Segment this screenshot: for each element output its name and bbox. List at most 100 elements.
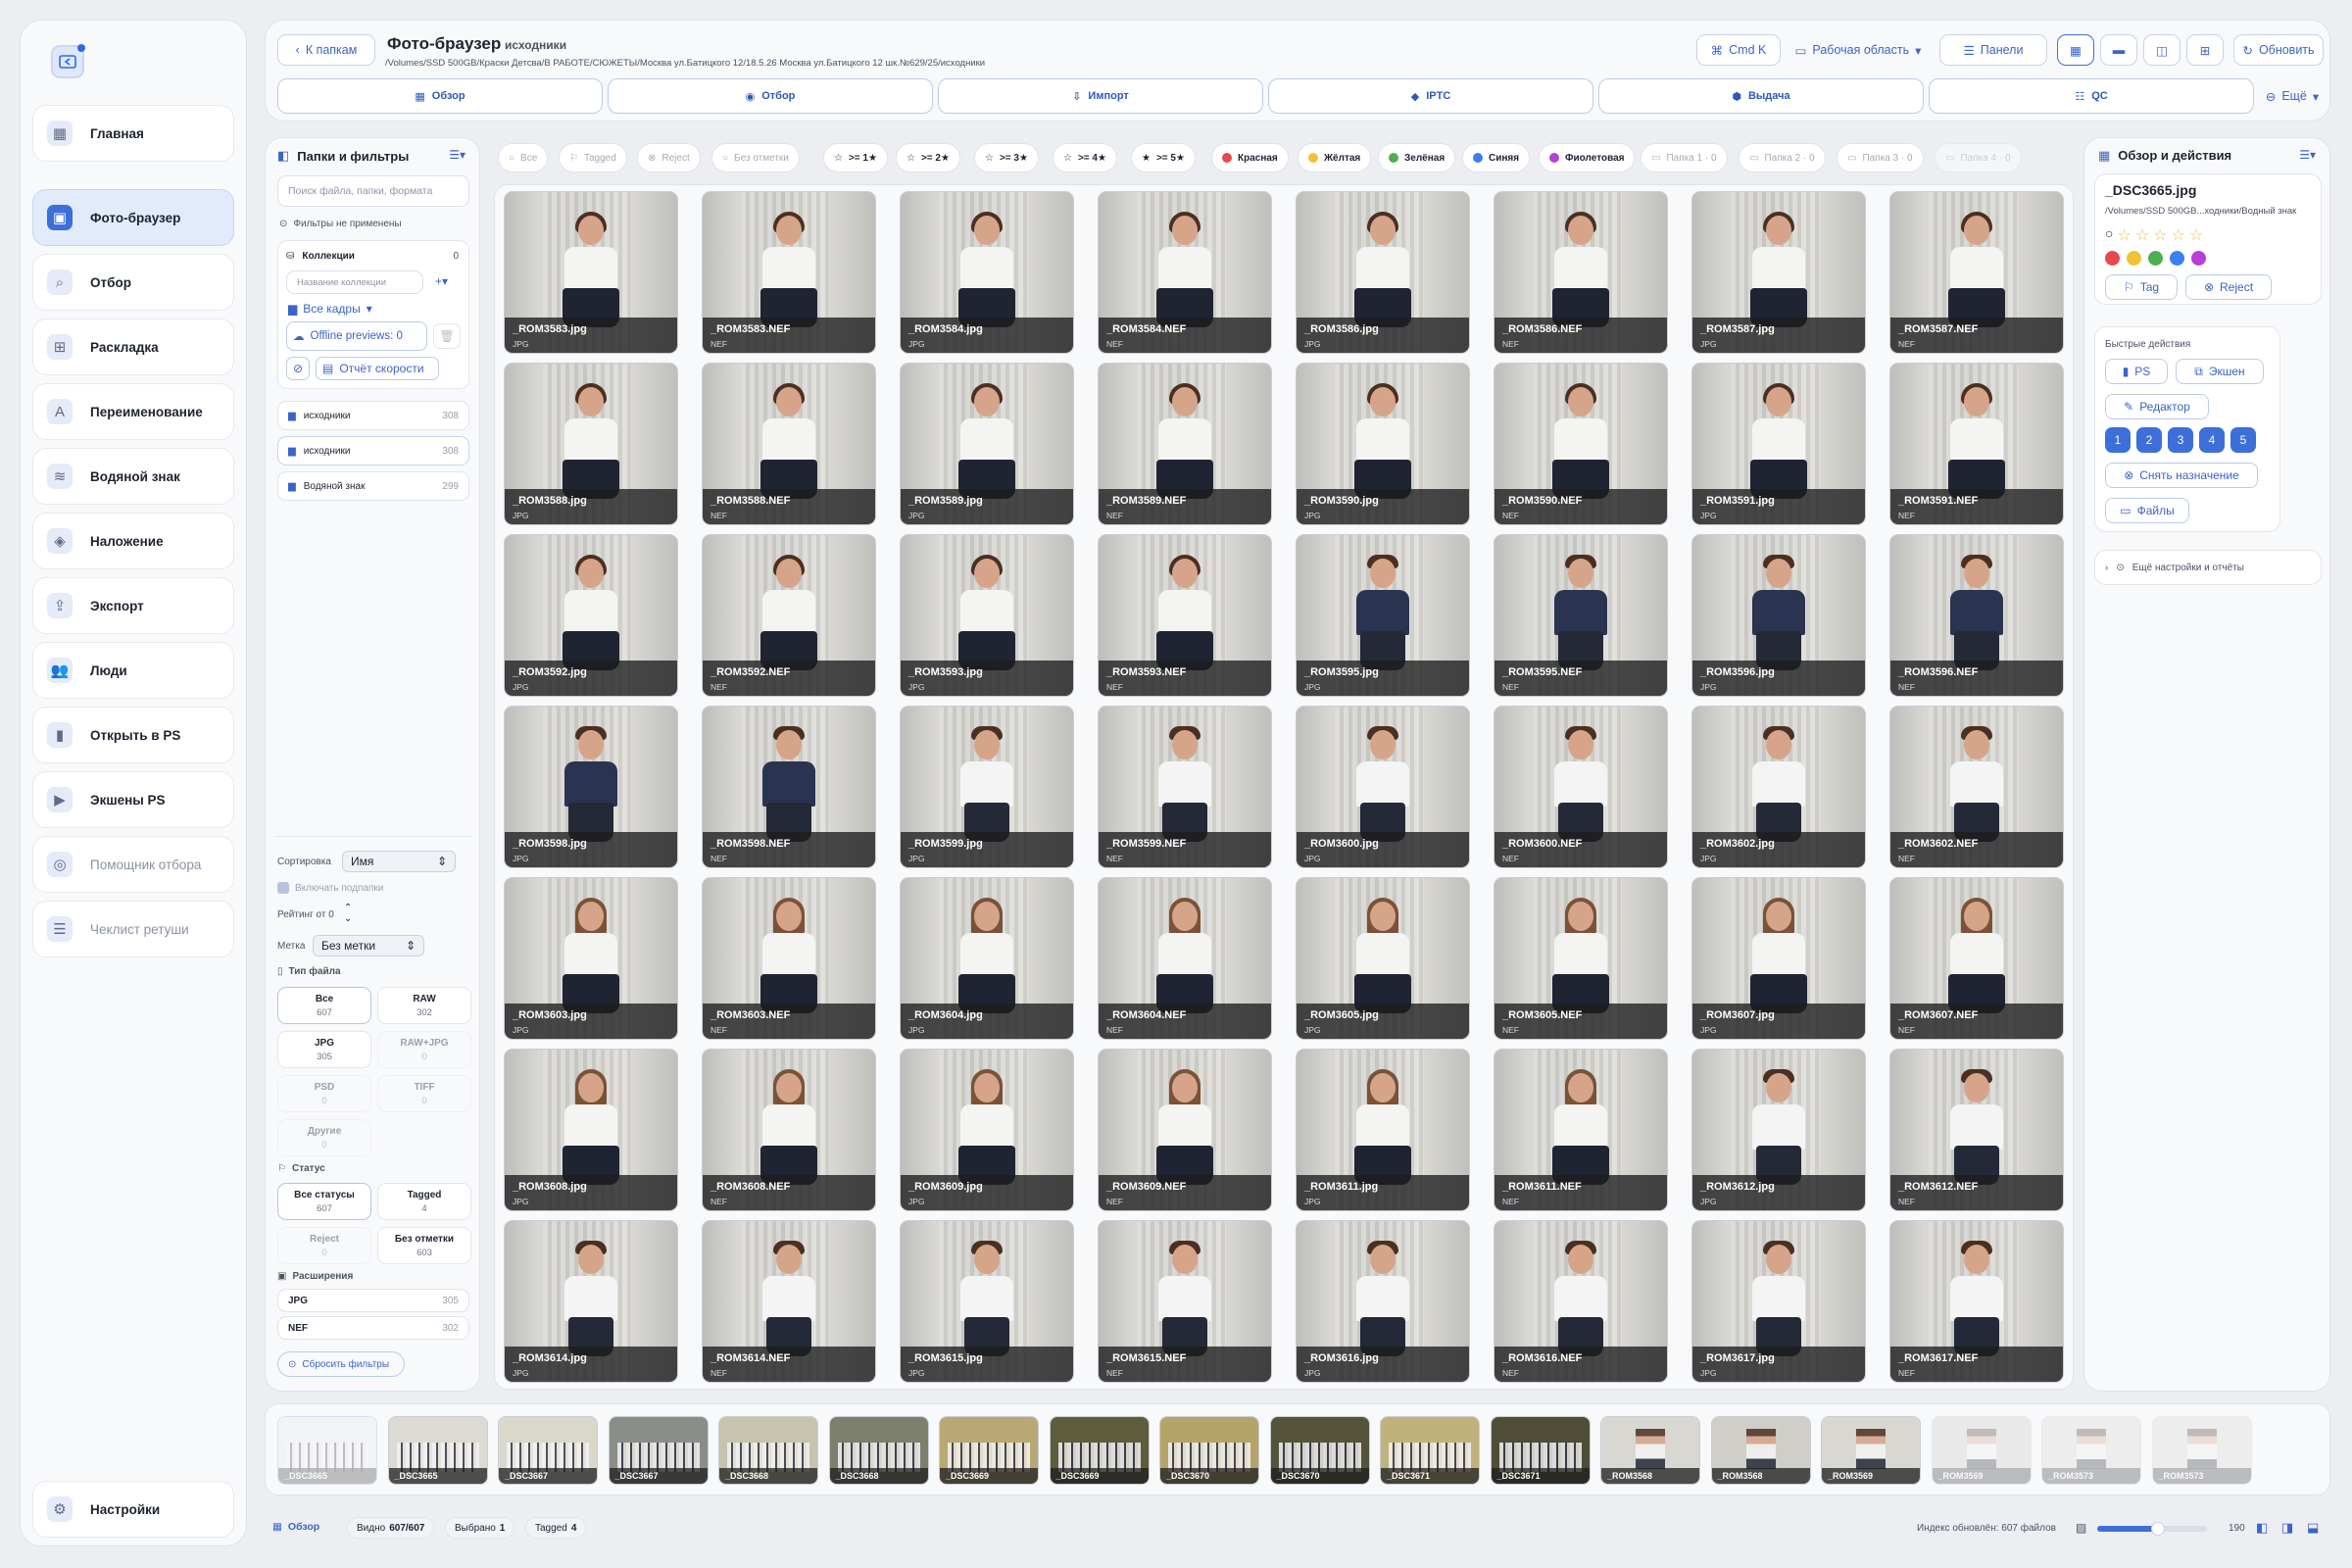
- photo-thumbnail[interactable]: _ROM3614.NEF NEF: [702, 1220, 876, 1383]
- photo-thumbnail[interactable]: _ROM3600.jpg JPG: [1296, 706, 1470, 868]
- refresh-button[interactable]: ↻ Обновить: [2233, 34, 2324, 66]
- search-input[interactable]: Поиск файла, папки, формата: [277, 175, 469, 207]
- filmstrip-thumbnail[interactable]: _ROM3569: [1931, 1416, 2032, 1485]
- status-option[interactable]: Без отметки 603: [377, 1227, 471, 1264]
- app-logo[interactable]: [38, 32, 97, 91]
- filmstrip-thumbnail[interactable]: _ROM3573: [2151, 1416, 2252, 1485]
- sidebar-item-3[interactable]: ⊞ Раскладка: [32, 318, 234, 375]
- view-compare-button[interactable]: ◫: [2143, 34, 2180, 66]
- layout-right-icon[interactable]: ◨: [2281, 1520, 2293, 1536]
- chip-rating-2[interactable]: ☆ >= 2★: [896, 143, 960, 172]
- color-label-dot[interactable]: [2191, 251, 2206, 266]
- photo-thumbnail[interactable]: _ROM3592.NEF NEF: [702, 534, 876, 697]
- photo-thumbnail[interactable]: _ROM3589.jpg JPG: [900, 363, 1074, 525]
- sidebar-item-8[interactable]: 👥 Люди: [32, 642, 234, 699]
- photo-thumbnail[interactable]: _ROM3615.NEF NEF: [1098, 1220, 1272, 1383]
- status-option[interactable]: Reject 0: [277, 1227, 371, 1264]
- photo-thumbnail[interactable]: _ROM3590.jpg JPG: [1296, 363, 1470, 525]
- include-subfolders-checkbox[interactable]: Включать подпапки: [277, 882, 383, 894]
- sidebar-item-9[interactable]: ▮ Открыть в PS: [32, 707, 234, 763]
- photo-thumbnail[interactable]: _ROM3584.NEF NEF: [1098, 191, 1272, 354]
- details-menu-button[interactable]: ☰▾: [2299, 148, 2316, 162]
- tab-import[interactable]: ⇩ Импорт: [938, 78, 1263, 114]
- sidebar-item-settings[interactable]: ⚙ Настройки: [32, 1481, 234, 1538]
- photo-thumbnail[interactable]: _ROM3598.jpg JPG: [504, 706, 678, 868]
- photo-thumbnail[interactable]: _ROM3617.jpg JPG: [1691, 1220, 1866, 1383]
- photo-thumbnail[interactable]: _ROM3591.jpg JPG: [1691, 363, 1866, 525]
- action-button[interactable]: ⧉ Экшен: [2176, 359, 2264, 384]
- photo-thumbnail[interactable]: _ROM3586.NEF NEF: [1494, 191, 1668, 354]
- photo-thumbnail[interactable]: _ROM3599.jpg JPG: [900, 706, 1074, 868]
- filmstrip-thumbnail[interactable]: _DSC3668: [718, 1416, 818, 1485]
- folder-row[interactable]: ▆ Водяной знак 299: [277, 471, 469, 501]
- reset-filters-button[interactable]: ⊙ Сбросить фильтры: [277, 1351, 405, 1377]
- photo-thumbnail[interactable]: _ROM3595.jpg JPG: [1296, 534, 1470, 697]
- filetype-option[interactable]: RAW 302: [377, 987, 471, 1024]
- photo-thumbnail[interactable]: _ROM3600.NEF NEF: [1494, 706, 1668, 868]
- photo-thumbnail[interactable]: _ROM3599.NEF NEF: [1098, 706, 1272, 868]
- photo-thumbnail[interactable]: _ROM3586.jpg JPG: [1296, 191, 1470, 354]
- photo-thumbnail[interactable]: _ROM3608.NEF NEF: [702, 1049, 876, 1211]
- photo-thumbnail[interactable]: _ROM3607.jpg JPG: [1691, 877, 1866, 1040]
- sidebar-item-1[interactable]: ▣ Фото-браузер: [32, 189, 234, 246]
- filmstrip-thumbnail[interactable]: _DSC3667: [498, 1416, 598, 1485]
- offline-previews-button[interactable]: ☁ Offline previews: 0: [286, 321, 427, 351]
- view-single-button[interactable]: ▬: [2100, 34, 2137, 66]
- photo-thumbnail[interactable]: _ROM3587.NEF NEF: [1889, 191, 2064, 354]
- photo-thumbnail[interactable]: _ROM3603.jpg JPG: [504, 877, 678, 1040]
- photo-thumbnail[interactable]: _ROM3609.NEF NEF: [1098, 1049, 1272, 1211]
- chip-folder-1[interactable]: ▭ Папка 1 · 0: [1641, 143, 1728, 172]
- chip-all[interactable]: ○ Все: [498, 143, 549, 172]
- photo-thumbnail[interactable]: _ROM3615.jpg JPG: [900, 1220, 1074, 1383]
- extension-row[interactable]: JPG 305: [277, 1289, 469, 1312]
- status-option[interactable]: Все статусы 607: [277, 1183, 371, 1220]
- photo-thumbnail[interactable]: _ROM3617.NEF NEF: [1889, 1220, 2064, 1383]
- photo-thumbnail[interactable]: _ROM3589.NEF NEF: [1098, 363, 1272, 525]
- photo-thumbnail[interactable]: _ROM3596.NEF NEF: [1889, 534, 2064, 697]
- photo-thumbnail[interactable]: _ROM3605.NEF NEF: [1494, 877, 1668, 1040]
- photo-thumbnail[interactable]: _ROM3612.jpg JPG: [1691, 1049, 1866, 1211]
- overview-indicator[interactable]: ▦ Обзор: [272, 1521, 319, 1533]
- collection-name-input[interactable]: Название коллекции: [286, 270, 423, 294]
- chip-green[interactable]: Зелёная: [1378, 143, 1456, 172]
- photo-thumbnail[interactable]: _ROM3590.NEF NEF: [1494, 363, 1668, 525]
- photo-thumbnail[interactable]: _ROM3593.NEF NEF: [1098, 534, 1272, 697]
- chip-yellow[interactable]: Жёлтая: [1298, 143, 1372, 172]
- chip-rating-4[interactable]: ☆ >= 4★: [1053, 143, 1117, 172]
- filmstrip-thumbnail[interactable]: _ROM3568: [1600, 1416, 1700, 1485]
- chip-folder-2[interactable]: ▭ Папка 2 · 0: [1739, 143, 1826, 172]
- more-settings-row[interactable]: › ⊙ Ещё настройки и отчёты: [2094, 550, 2322, 585]
- photo-thumbnail[interactable]: _ROM3584.jpg JPG: [900, 191, 1074, 354]
- photo-thumbnail[interactable]: _ROM3616.jpg JPG: [1296, 1220, 1470, 1383]
- tab-selection[interactable]: ◉ Отбор: [608, 78, 933, 114]
- photo-thumbnail[interactable]: _ROM3611.jpg JPG: [1296, 1049, 1470, 1211]
- speed-report-button[interactable]: ▤ Отчёт скорости: [316, 357, 439, 380]
- filmstrip-thumbnail[interactable]: _ROM3569: [1821, 1416, 1921, 1485]
- photo-thumbnail[interactable]: _ROM3588.jpg JPG: [504, 363, 678, 525]
- photo-thumbnail[interactable]: _ROM3605.jpg JPG: [1296, 877, 1470, 1040]
- sort-select[interactable]: Имя ⇕: [342, 851, 456, 872]
- filetype-option[interactable]: PSD 0: [277, 1075, 371, 1112]
- photo-thumbnail[interactable]: _ROM3598.NEF NEF: [702, 706, 876, 868]
- panels-button[interactable]: ☰ Панели: [1939, 34, 2047, 66]
- assign-3-button[interactable]: 3: [2168, 427, 2193, 453]
- chip-red[interactable]: Красная: [1211, 143, 1289, 172]
- photo-thumbnail[interactable]: _ROM3616.NEF NEF: [1494, 1220, 1668, 1383]
- assign-5-button[interactable]: 5: [2230, 427, 2256, 453]
- filetype-option[interactable]: JPG 305: [277, 1031, 371, 1068]
- chip-reject[interactable]: ⊗ Reject: [637, 143, 701, 172]
- folder-row[interactable]: ▆ исходники 308: [277, 436, 469, 466]
- filmstrip-thumbnail[interactable]: _DSC3670: [1269, 1416, 1370, 1485]
- tab-delivery[interactable]: ⬢ Выдача: [1598, 78, 1924, 114]
- filmstrip-thumbnail[interactable]: _DSC3671: [1380, 1416, 1480, 1485]
- sidebar-item-4[interactable]: A Переименование: [32, 383, 234, 440]
- chip-purple[interactable]: Фиолетовая: [1539, 143, 1636, 172]
- rating-stepper[interactable]: ⌃ ⌄: [344, 903, 352, 924]
- back-to-folders-button[interactable]: ‹ К папкам: [277, 34, 375, 66]
- sidebar-item-12[interactable]: ☰ Чеклист ретуши: [32, 901, 234, 957]
- layout-left-icon[interactable]: ◧: [2256, 1520, 2268, 1536]
- view-grid-button[interactable]: ▦: [2057, 34, 2094, 66]
- filmstrip-thumbnail[interactable]: _DSC3669: [939, 1416, 1039, 1485]
- photo-thumbnail[interactable]: _ROM3611.NEF NEF: [1494, 1049, 1668, 1211]
- sidebar-item-7[interactable]: ⇪ Экспорт: [32, 577, 234, 634]
